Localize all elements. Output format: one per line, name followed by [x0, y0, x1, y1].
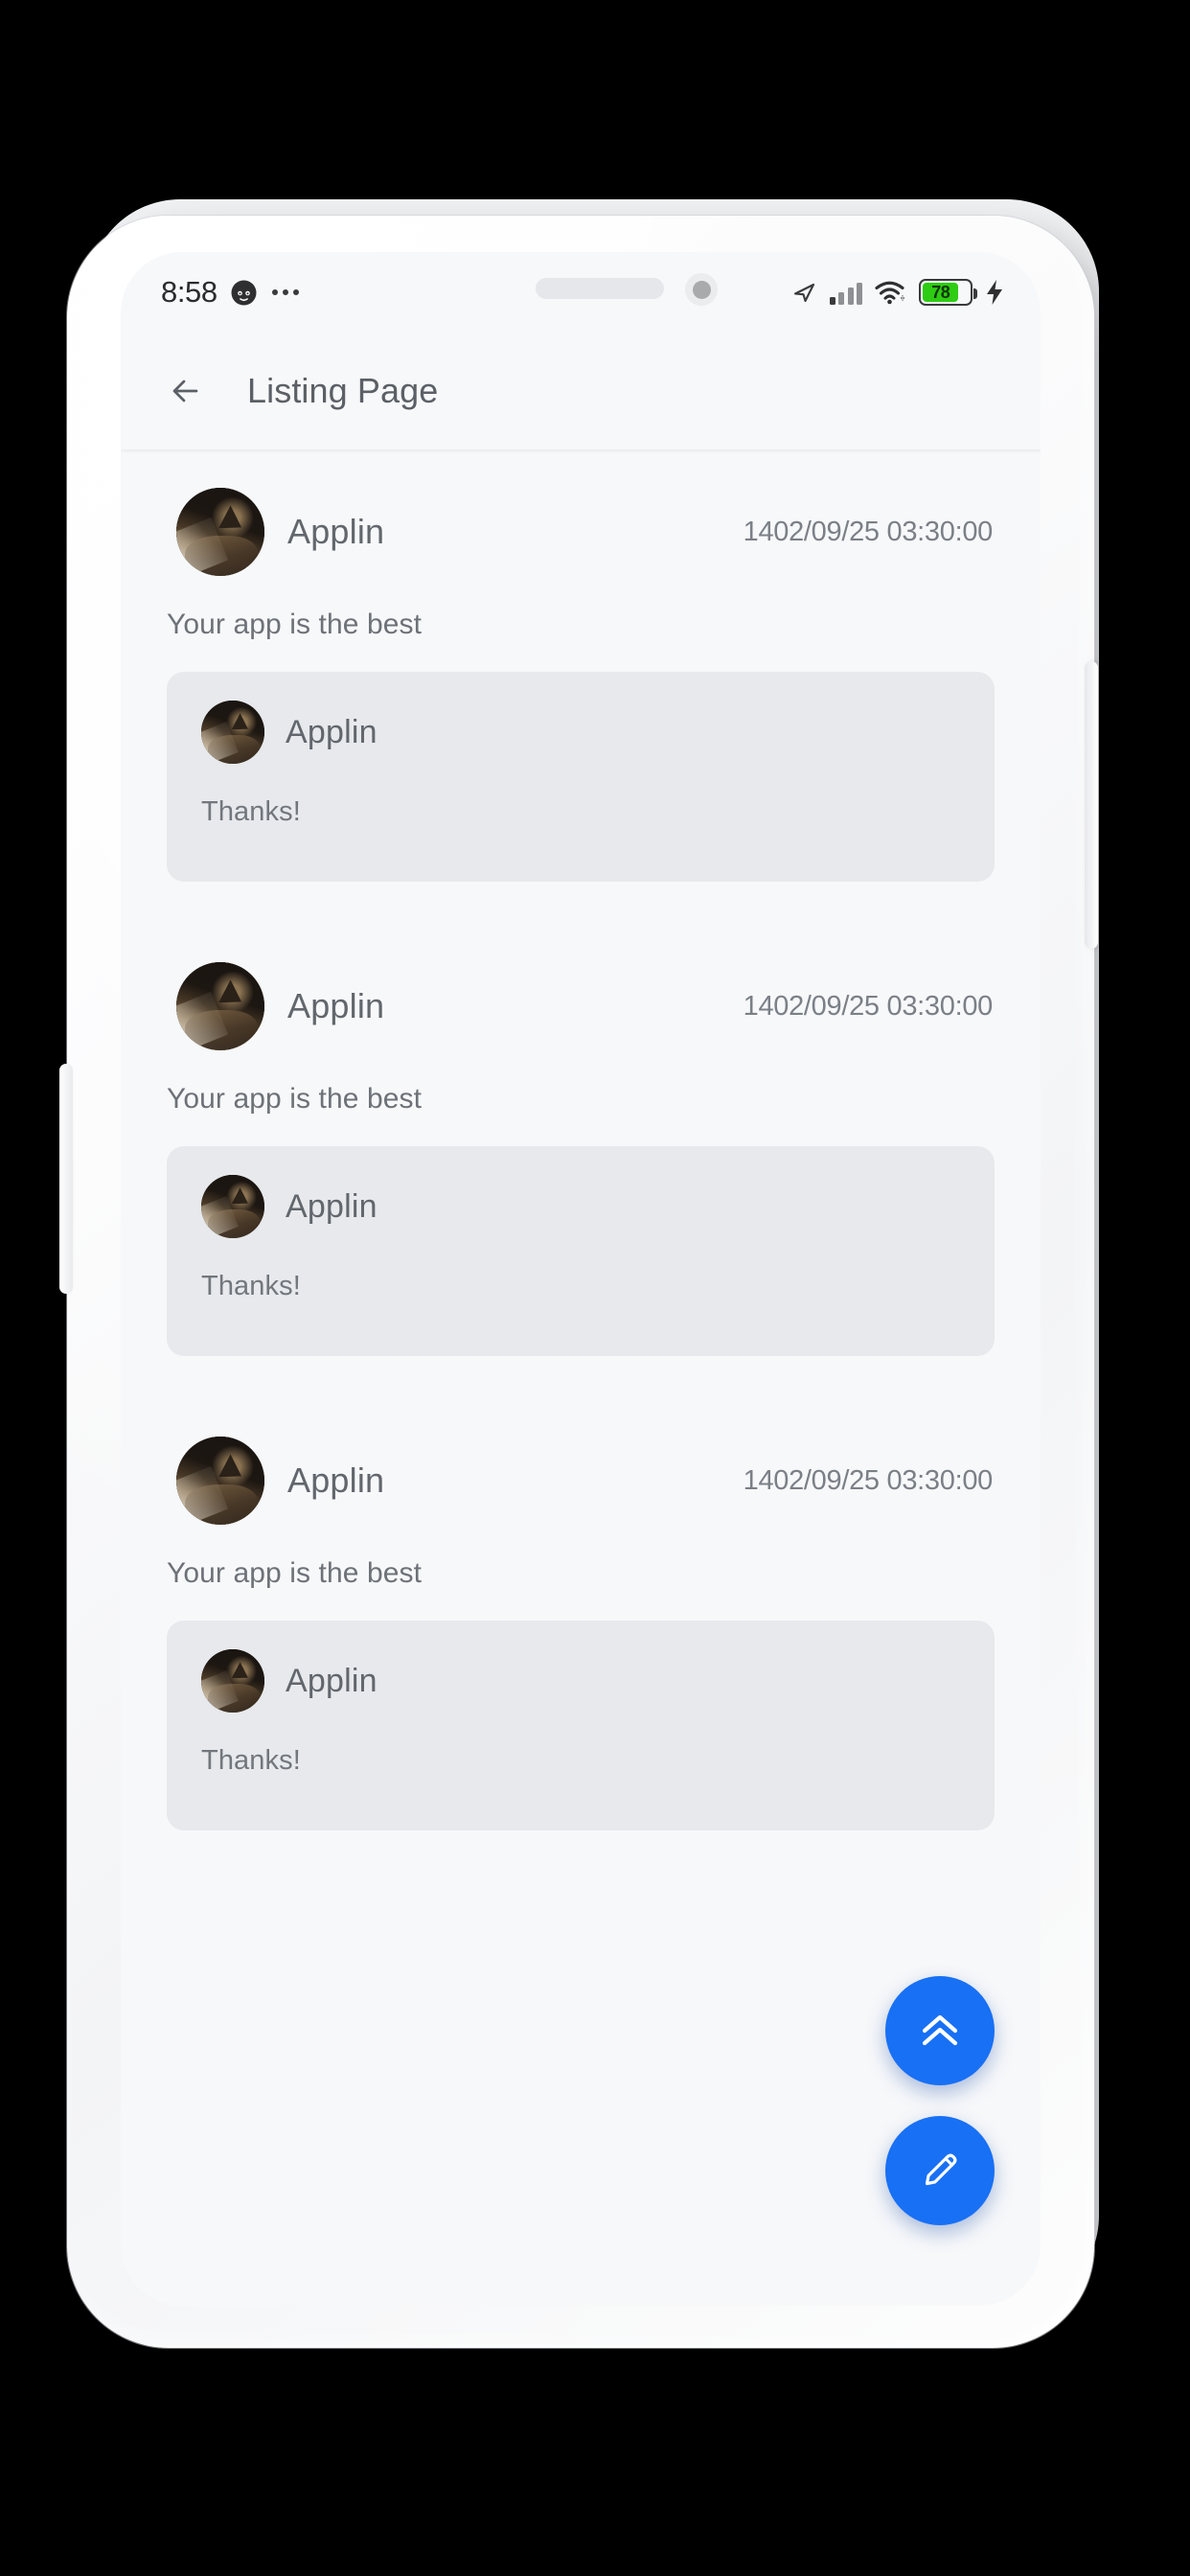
reply-text: Thanks! [201, 1745, 301, 1776]
pencil-edit-icon [925, 2153, 957, 2186]
battery-icon: 78 [919, 279, 977, 306]
comment-header: Applin 1402/09/25 03:30:00 [121, 471, 1041, 576]
navigation-arrow-icon [792, 280, 817, 305]
status-bar-right: 78 [792, 279, 1005, 306]
cellular-signal-icon [829, 280, 862, 305]
compose-fab[interactable] [885, 2116, 995, 2225]
reply-author: Applin [286, 1662, 378, 1699]
comment-timestamp: 1402/09/25 03:30:00 [743, 516, 994, 547]
back-button[interactable] [165, 366, 215, 416]
status-bar-left: 8:58 [161, 275, 299, 310]
comment-timestamp: 1402/09/25 03:30:00 [743, 1464, 994, 1496]
avatar[interactable] [201, 1649, 264, 1713]
avatar[interactable] [201, 1175, 264, 1238]
reply-header: Applin [167, 1175, 995, 1238]
comment-text: Your app is the best [167, 1083, 423, 1115]
earpiece-speaker [536, 278, 664, 299]
app-bar: Listing Page [121, 333, 1041, 449]
scroll-to-top-fab[interactable] [885, 1976, 995, 2085]
avatar[interactable] [176, 1437, 264, 1525]
comment-author: Applin [287, 986, 385, 1025]
double-chevron-up-icon [922, 2014, 958, 2046]
comment-author: Applin [287, 512, 385, 551]
comment-text: Your app is the best [167, 609, 423, 640]
comment-text: Your app is the best [167, 1557, 423, 1589]
avatar[interactable] [201, 701, 264, 764]
reply-author: Applin [286, 713, 378, 750]
reply-author: Applin [286, 1187, 378, 1225]
page-title: Listing Page [247, 371, 439, 410]
status-time: 8:58 [161, 275, 217, 309]
reply-header: Applin [167, 701, 995, 764]
comment-author: Applin [287, 1460, 385, 1500]
screenshot-stage: 8:58 78 Listing Page Applin 1402/09/25 0… [0, 0, 1190, 2576]
comment-header: Applin 1402/09/25 03:30:00 [121, 945, 1041, 1050]
comment-item[interactable]: Applin 1402/09/25 03:30:00 Your app is t… [121, 1419, 1041, 1830]
comment-item[interactable]: Applin 1402/09/25 03:30:00 Your app is t… [121, 945, 1041, 1356]
avatar[interactable] [176, 488, 264, 576]
phone-screen: 8:58 78 Listing Page Applin 1402/09/25 0… [121, 252, 1041, 2306]
face-emoji-icon [230, 279, 258, 307]
volume-button[interactable] [59, 1064, 73, 1294]
reply-card[interactable]: Applin Thanks! [167, 1621, 995, 1830]
reply-card[interactable]: Applin Thanks! [167, 1146, 995, 1356]
reply-text: Thanks! [201, 796, 301, 827]
charging-bolt-icon [985, 279, 1004, 306]
reply-text: Thanks! [201, 1271, 301, 1301]
battery-level-label: 78 [931, 282, 950, 302]
reply-card[interactable]: Applin Thanks! [167, 672, 995, 882]
avatar[interactable] [176, 962, 264, 1050]
battery-fill: 78 [923, 282, 959, 302]
comment-header: Applin 1402/09/25 03:30:00 [121, 1419, 1041, 1525]
comment-item[interactable]: Applin 1402/09/25 03:30:00 Your app is t… [121, 471, 1041, 882]
reply-header: Applin [167, 1649, 995, 1713]
power-button[interactable] [1085, 661, 1098, 949]
more-dots-icon [271, 289, 299, 295]
back-arrow-icon [172, 380, 198, 402]
comment-timestamp: 1402/09/25 03:30:00 [743, 990, 994, 1022]
front-camera-icon [685, 273, 718, 306]
wifi-icon [875, 280, 906, 305]
